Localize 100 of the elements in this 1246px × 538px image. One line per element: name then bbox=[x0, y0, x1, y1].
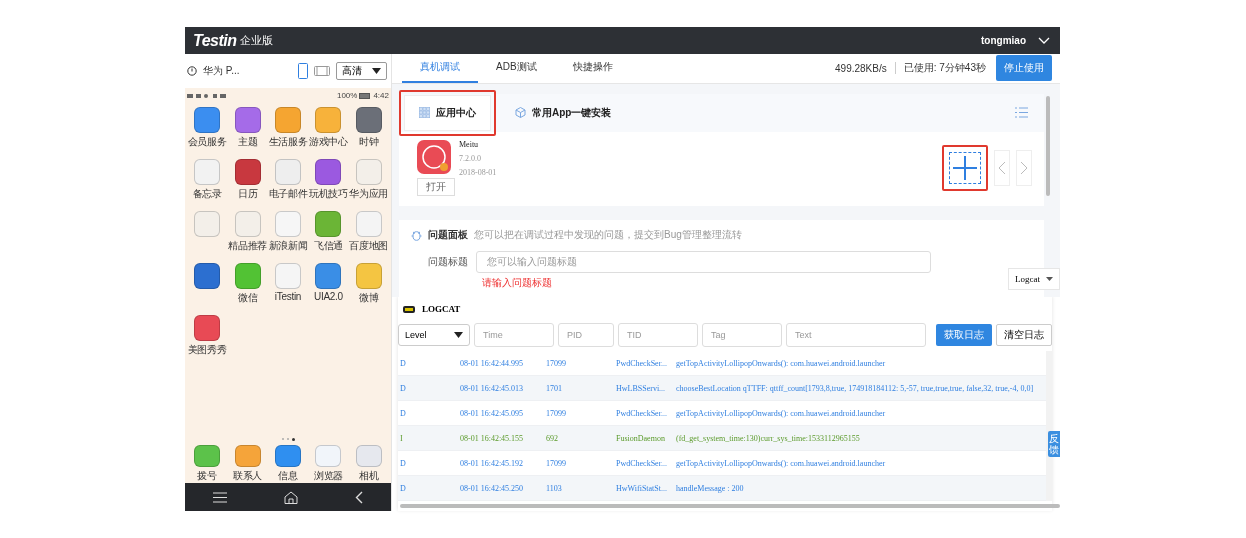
issue-title-field[interactable]: 您可以输入问题标题 bbox=[476, 250, 931, 273]
filter-field[interactable]: PID bbox=[558, 323, 614, 347]
tab[interactable]: 应用中心 bbox=[404, 94, 491, 131]
field-label: 问题标题 bbox=[428, 254, 468, 269]
log-cell-text: 692 bbox=[546, 433, 559, 443]
portrait-icon[interactable] bbox=[298, 63, 308, 79]
landscape-icon[interactable] bbox=[314, 66, 330, 76]
app-label: 备忘录 bbox=[192, 187, 222, 201]
transfer-speed: 499.28KB/s bbox=[835, 62, 887, 74]
app-label: 精品推荐 bbox=[228, 239, 267, 253]
menu-icon[interactable] bbox=[213, 491, 228, 503]
open-button[interactable]: 打开 bbox=[417, 177, 455, 196]
tab[interactable]: 真机调试 bbox=[402, 54, 478, 83]
user-menu[interactable]: tongmiao bbox=[981, 35, 1026, 46]
app-icon[interactable] bbox=[234, 159, 261, 185]
log-cell-text: D bbox=[399, 358, 407, 368]
app-icon[interactable] bbox=[315, 159, 342, 185]
app-version: 7.2.0.0 bbox=[459, 153, 482, 163]
tab[interactable]: 常用App一键安装 bbox=[501, 95, 626, 130]
app-icon[interactable] bbox=[194, 315, 221, 341]
tab[interactable]: 快捷操作 bbox=[554, 54, 631, 83]
app-label: 相机 bbox=[359, 469, 379, 483]
quality-select[interactable]: 高清 bbox=[336, 62, 387, 80]
log-cell-text: D bbox=[399, 458, 407, 468]
app-icon[interactable] bbox=[275, 107, 301, 133]
app-icon[interactable] bbox=[417, 139, 451, 174]
log-cell-text: PwdCheckSer... bbox=[616, 458, 668, 468]
log-cell-text: 08-01 16:42:45.013 bbox=[460, 383, 525, 393]
log-cell-text: 08-01 16:42:45.095 bbox=[460, 408, 525, 418]
android-icon bbox=[402, 304, 416, 314]
battery-icon bbox=[359, 92, 372, 99]
log-cell-text: HwLBSServi... bbox=[616, 383, 667, 393]
app-label: 浏览器 bbox=[313, 469, 343, 483]
log-cell-text: 17099 bbox=[546, 408, 567, 418]
log-cell-text: D bbox=[399, 383, 407, 393]
app-label: 华为应用 bbox=[349, 187, 389, 201]
add-app-button[interactable] bbox=[949, 151, 981, 184]
level-select[interactable]: Level bbox=[398, 324, 470, 346]
scrollbar[interactable] bbox=[1046, 95, 1050, 196]
app-icon[interactable] bbox=[275, 445, 301, 467]
app-label: 微博 bbox=[359, 291, 379, 305]
app-label: 信息 bbox=[278, 469, 298, 483]
back-icon[interactable] bbox=[354, 490, 363, 504]
logo: Testin bbox=[193, 31, 237, 50]
chevron-left-icon bbox=[998, 160, 1006, 175]
log-cell-text: handleMessage : 200 bbox=[676, 483, 745, 493]
caret-icon bbox=[454, 332, 463, 338]
log-cell-text: 1701 bbox=[546, 383, 563, 393]
horizontal-scrollbar[interactable] bbox=[400, 504, 1060, 508]
app-label: 拨号 bbox=[197, 469, 217, 483]
log-cell-text: 08-01 16:42:45.250 bbox=[460, 483, 525, 493]
clear-button[interactable]: 清空日志 bbox=[996, 324, 1052, 346]
home-icon[interactable] bbox=[284, 490, 298, 504]
app-icon[interactable] bbox=[315, 263, 342, 289]
chevron-right-icon bbox=[1020, 160, 1028, 175]
app-icon[interactable] bbox=[194, 263, 221, 289]
log-cell-text: 17099 bbox=[546, 458, 567, 468]
app-icon[interactable] bbox=[194, 107, 221, 133]
app-label: 新浪新闻 bbox=[268, 239, 308, 253]
device-name: 华为 P... bbox=[203, 64, 240, 78]
app-label: 电子邮件 bbox=[268, 187, 308, 201]
filter-field[interactable]: Tag bbox=[702, 323, 782, 347]
info-icon bbox=[187, 66, 197, 76]
app-label: iTestin bbox=[274, 291, 302, 302]
phone-clock: 4:42 bbox=[373, 91, 389, 100]
log-cell-text: FusionDaemon bbox=[616, 433, 666, 443]
log-cell-text: chooseBestLocation qTTFF: qttff_count[1793,8,true, 174918184112: 5,-57, true,true,true, false,32, true,-4, 0,0] bbox=[676, 383, 1035, 393]
filter-field[interactable]: TID bbox=[618, 323, 698, 347]
app-icon[interactable] bbox=[234, 107, 261, 133]
log-cell-text: 08-01 16:42:45.155 bbox=[460, 433, 525, 443]
app-label: 时钟 bbox=[359, 135, 379, 149]
stop-button[interactable]: 停止使用 bbox=[996, 55, 1052, 82]
filter-field[interactable]: Time bbox=[474, 323, 554, 347]
app-label: 生活服务 bbox=[268, 135, 308, 149]
app-label: 美图秀秀 bbox=[187, 343, 227, 357]
logcat-title: LOGCAT bbox=[422, 304, 461, 314]
app-icon[interactable] bbox=[355, 107, 382, 133]
app-icon[interactable] bbox=[234, 445, 261, 467]
log-cell-text: D bbox=[399, 408, 407, 418]
app-icon[interactable] bbox=[234, 263, 261, 289]
chevron-down-icon[interactable] bbox=[1038, 36, 1050, 45]
app-date: 2018-08-01 bbox=[459, 167, 497, 177]
log-cell-text: 1103 bbox=[546, 483, 563, 493]
filter-field[interactable]: Text bbox=[786, 323, 926, 347]
tab[interactable]: ADB测试 bbox=[478, 54, 555, 83]
log-cell-text: I bbox=[399, 433, 404, 443]
fetch-button[interactable]: 获取日志 bbox=[936, 324, 992, 346]
list-icon[interactable] bbox=[1015, 107, 1028, 119]
app-label: 百度地图 bbox=[349, 239, 389, 253]
app-label: 会员服务 bbox=[187, 135, 227, 149]
app-label: 游戏中心 bbox=[309, 135, 348, 149]
usage-time: 已使用: 7分钟43秒 bbox=[903, 61, 986, 76]
log-cell-text: 08-01 16:42:44.995 bbox=[460, 358, 525, 368]
app-icon[interactable] bbox=[194, 445, 221, 467]
app-icon[interactable] bbox=[315, 211, 342, 237]
caret-icon bbox=[372, 68, 381, 74]
edition-label: 企业版 bbox=[239, 33, 273, 48]
logcat-dropdown[interactable]: Logcat bbox=[1008, 268, 1060, 290]
panel-hint: 您可以把在调试过程中发现的问题，提交到Bug管理整理流转 bbox=[474, 227, 742, 242]
log-cell-text: D bbox=[399, 483, 407, 493]
